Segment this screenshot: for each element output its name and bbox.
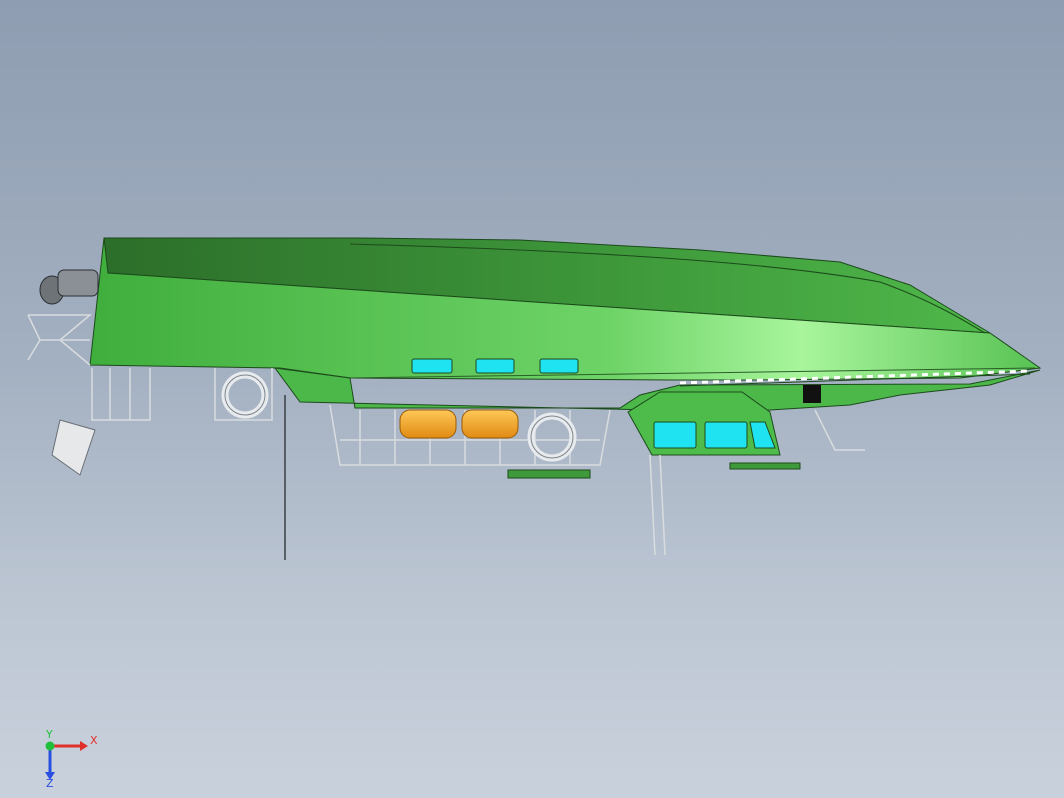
- side-window: [411, 358, 453, 374]
- wheelhouse-window: [653, 421, 697, 449]
- x-axis-label: X: [90, 734, 98, 747]
- exhaust-fitting: [39, 269, 99, 305]
- x-axis-head: [80, 741, 88, 751]
- axis-triad: X Y Z: [45, 728, 98, 788]
- side-window: [539, 358, 579, 374]
- base-plate: [507, 469, 591, 479]
- stern-flap: [51, 419, 96, 476]
- life-raft: [461, 409, 519, 439]
- life-ring: [221, 371, 269, 419]
- base-plate: [729, 462, 801, 470]
- y-axis-label: Y: [45, 728, 53, 741]
- ship-3d-model[interactable]: [0, 0, 1064, 798]
- cad-viewport[interactable]: X Y Z: [0, 0, 1064, 798]
- wheelhouse-window: [704, 421, 748, 449]
- vent-block: [803, 385, 821, 403]
- life-raft: [399, 409, 457, 439]
- life-ring: [527, 412, 577, 462]
- y-axis-dot: [45, 741, 55, 751]
- z-axis-label: Z: [46, 777, 54, 788]
- side-window: [475, 358, 515, 374]
